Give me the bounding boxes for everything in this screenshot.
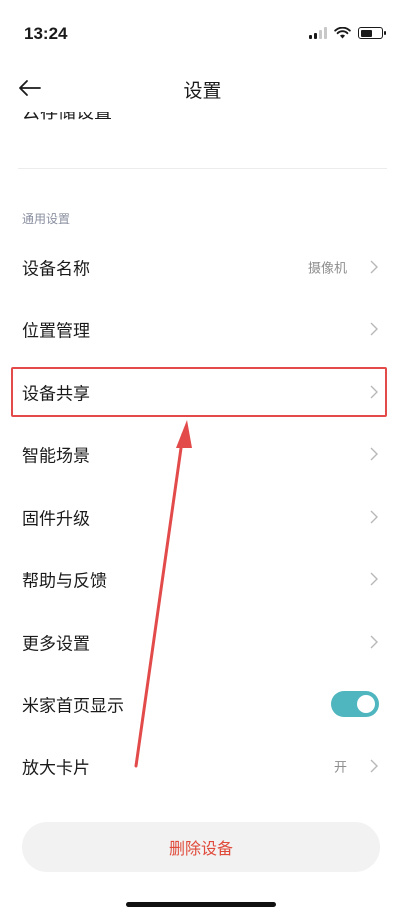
home-indicator[interactable] [126, 902, 276, 907]
chevron-right-icon [370, 635, 378, 649]
cloud-storage-label: 云存储设置 [22, 112, 112, 123]
settings-item-home-display: 米家首页显示 [0, 673, 405, 735]
chevron-right-icon [370, 447, 378, 461]
home-display-toggle[interactable] [331, 691, 379, 717]
settings-list[interactable]: 云存储设置 通用设置 设备名称 摄像机 位置管理 设备共享 智能场景 固件升级 … [0, 112, 405, 802]
chevron-right-icon [370, 572, 378, 586]
toggle-knob [357, 695, 375, 713]
settings-item-label: 更多设置 [22, 634, 90, 655]
settings-item-smart-scene[interactable]: 智能场景 [0, 423, 405, 485]
settings-item-label: 位置管理 [22, 321, 90, 342]
settings-item-enlarge-card[interactable]: 放大卡片 开 [0, 735, 405, 797]
divider [18, 168, 387, 169]
settings-item-firmware-upgrade[interactable]: 固件升级 [0, 486, 405, 548]
chevron-right-icon [370, 260, 378, 274]
cloud-storage-settings-item[interactable]: 云存储设置 [22, 112, 383, 128]
settings-item-label: 帮助与反馈 [22, 571, 107, 592]
settings-item-value: 开 [333, 760, 347, 776]
status-bar: 13:24 [0, 0, 405, 64]
status-icons [309, 27, 386, 39]
chevron-right-icon [370, 510, 378, 524]
settings-item-label: 放大卡片 [22, 758, 90, 779]
battery-icon [358, 27, 386, 39]
settings-item-label: 固件升级 [22, 509, 90, 530]
settings-item-more-settings[interactable]: 更多设置 [0, 611, 405, 673]
chevron-right-icon [370, 322, 378, 336]
annotation-highlight-box [11, 367, 387, 417]
cellular-signal-icon [309, 27, 327, 39]
section-header-general: 通用设置 [22, 212, 71, 226]
settings-item-value: 摄像机 [307, 261, 347, 277]
settings-item-device-name[interactable]: 设备名称 摄像机 [0, 236, 405, 298]
page-title: 设置 [183, 80, 222, 102]
settings-item-location[interactable]: 位置管理 [0, 298, 405, 360]
settings-item-label: 设备名称 [22, 259, 90, 280]
delete-device-button[interactable]: 删除设备 [22, 822, 380, 872]
settings-item-help-feedback[interactable]: 帮助与反馈 [0, 548, 405, 610]
settings-item-label: 智能场景 [22, 446, 90, 467]
status-time: 13:24 [24, 24, 68, 43]
navigation-bar: 设置 [0, 64, 405, 112]
chevron-right-icon [370, 759, 378, 773]
settings-item-label: 米家首页显示 [22, 696, 124, 717]
wifi-icon [334, 27, 351, 39]
